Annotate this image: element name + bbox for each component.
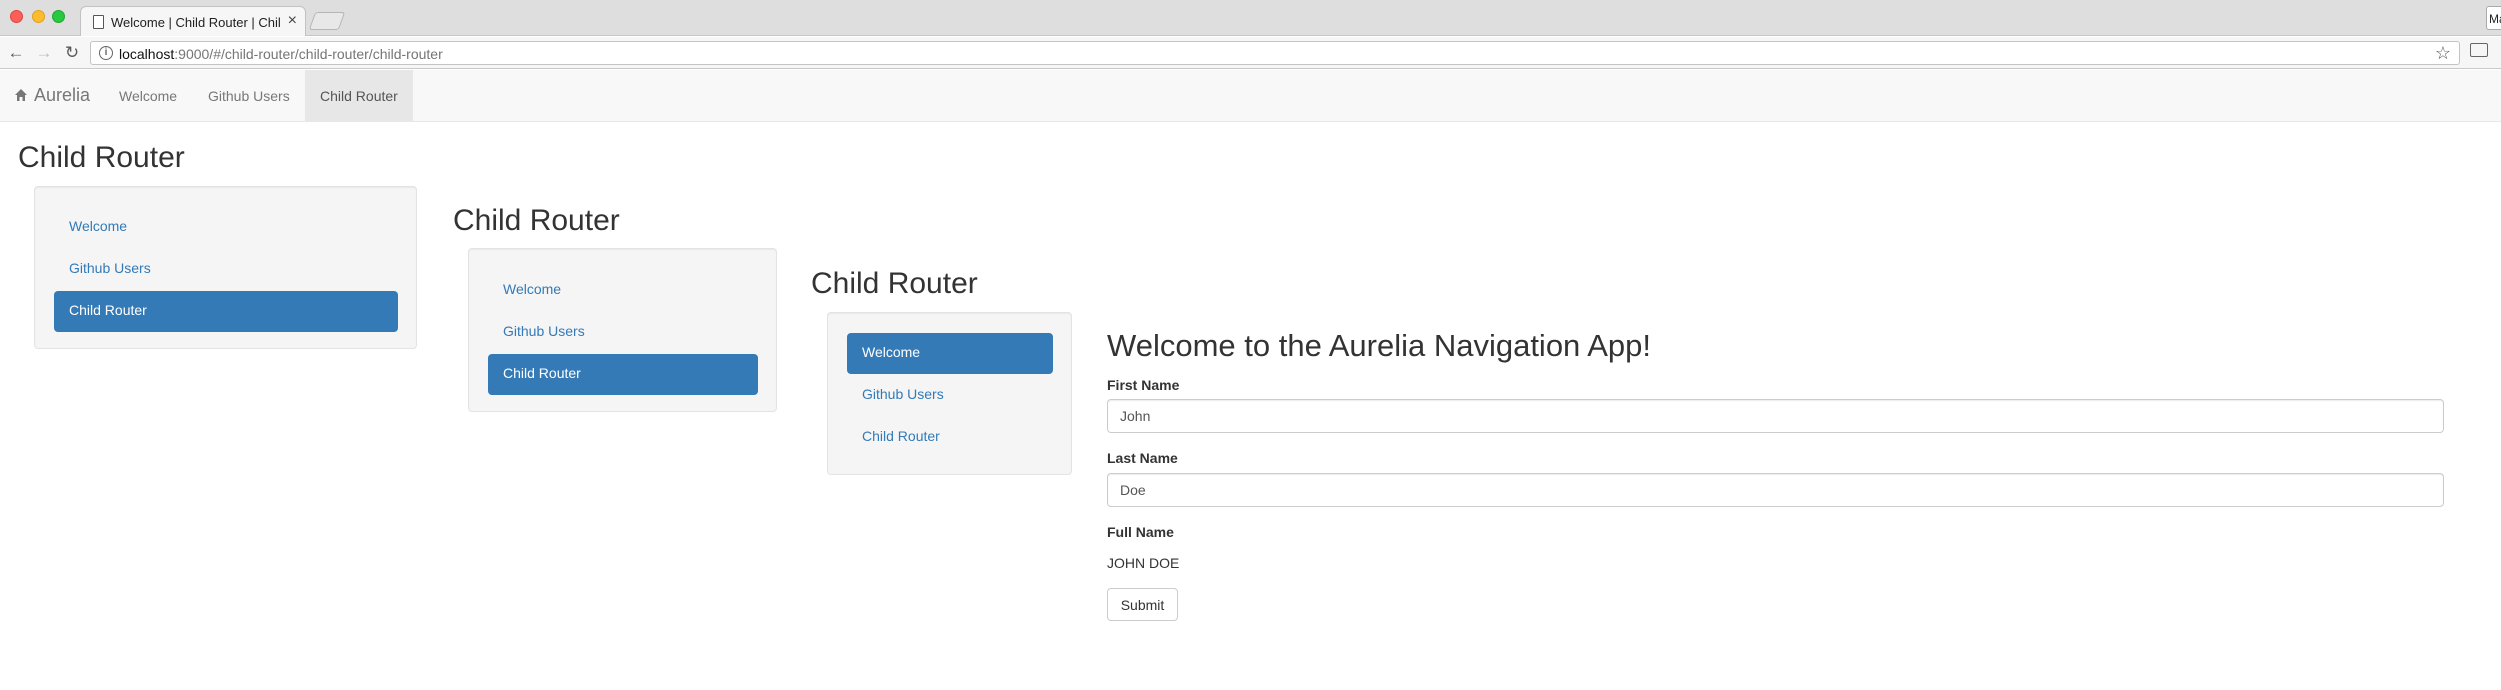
reload-icon[interactable]: ↻ [62,43,82,63]
brand-label: Aurelia [34,85,91,105]
welcome-heading: Welcome to the Aurelia Navigation App! [1107,328,1651,363]
new-tab-button[interactable] [308,12,346,30]
profile-button[interactable]: Ma [2486,6,2501,30]
app-navbar: Aurelia Welcome Github Users Child Route… [0,70,2501,122]
menu-item-child-router[interactable]: Child Router [847,417,1053,458]
tab-title: Welcome | Child Router | Child Router [111,15,281,30]
full-name-value: JOHN DOE [1107,555,1180,571]
browser-toolbar: ← → ↻ i localhost:9000/#/child-router/ch… [0,37,2501,69]
submit-button[interactable]: Submit [1107,588,1178,621]
nav-item-welcome[interactable]: Welcome [104,70,192,121]
page-icon [93,15,104,29]
menu-item-github-users[interactable]: Github Users [54,249,398,290]
tab-close-icon[interactable]: × [288,12,297,30]
url-text: localhost:9000/#/child-router/child-rout… [119,46,443,62]
browser-tab[interactable]: Welcome | Child Router | Child Router × [80,6,306,36]
menu-item-welcome[interactable]: Welcome [488,270,758,311]
first-name-input[interactable] [1107,399,2444,433]
menu-item-github-users[interactable]: Github Users [847,375,1053,416]
first-name-label: First Name [1107,377,1180,393]
cast-icon[interactable] [2470,43,2488,57]
brand-link[interactable]: Aurelia [14,85,90,106]
menu-item-child-router[interactable]: Child Router [54,291,398,332]
menu-item-child-router[interactable]: Child Router [488,354,758,395]
full-name-label: Full Name [1107,524,1174,540]
forward-arrow-icon[interactable]: → [34,43,54,63]
home-icon [15,89,27,101]
back-arrow-icon[interactable]: ← [6,43,26,63]
site-info-icon[interactable]: i [99,46,113,60]
menu-item-github-users[interactable]: Github Users [488,312,758,353]
last-name-input[interactable] [1107,473,2444,507]
address-bar[interactable]: i localhost:9000/#/child-router/child-ro… [90,41,2460,65]
url-path: :9000/#/child-router/child-router/child-… [174,46,443,62]
router-level-3-menu: Welcome Github Users Child Router [827,312,1072,475]
url-host: localhost [119,46,175,62]
router-level-3-title: Child Router [811,267,978,300]
window-close-icon[interactable] [10,10,23,23]
nav-item-child-router[interactable]: Child Router [305,70,413,121]
router-level-2-menu: Welcome Github Users Child Router [468,248,777,412]
nav-item-github-users[interactable]: Github Users [193,70,305,121]
browser-tab-strip: Welcome | Child Router | Child Router × … [0,0,2501,36]
router-level-2-title: Child Router [453,204,620,237]
window-maximize-icon[interactable] [52,10,65,23]
router-level-1-title: Child Router [18,141,185,174]
window-minimize-icon[interactable] [32,10,45,23]
bookmark-star-icon[interactable]: ☆ [2435,43,2451,64]
last-name-label: Last Name [1107,450,1178,466]
menu-item-welcome[interactable]: Welcome [847,333,1053,374]
router-level-1-menu: Welcome Github Users Child Router [34,186,417,349]
menu-item-welcome[interactable]: Welcome [54,207,398,248]
